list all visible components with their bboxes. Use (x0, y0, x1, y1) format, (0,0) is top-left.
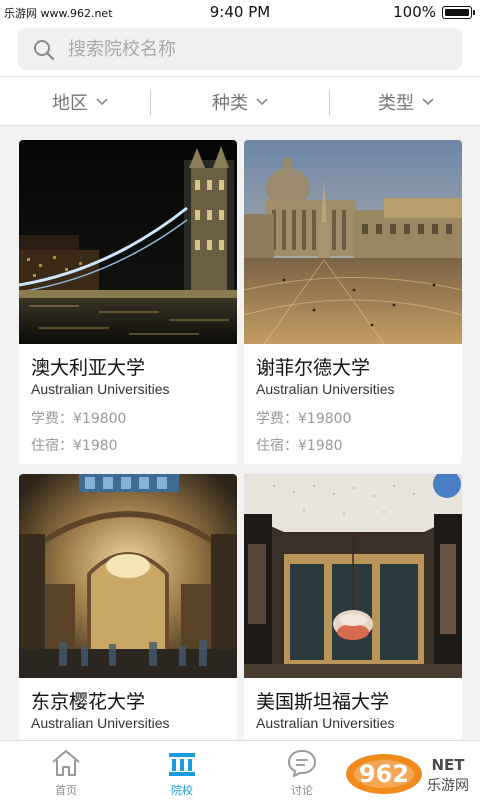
status-bar: 乐游网 www.962.net 9:40 PM 100% (0, 0, 480, 24)
university-photo (244, 474, 462, 678)
board-label: 住宿： (31, 438, 73, 454)
chevron-down-icon (422, 98, 434, 106)
university-card[interactable]: 美国斯坦福大学 Australian Universities (244, 474, 462, 740)
tuition-label: 学费： (256, 411, 298, 427)
watermark-sub: 乐游网 (427, 778, 469, 794)
university-name: 谢菲尔德大学 (256, 357, 371, 379)
filter-type[interactable]: 类型 (326, 77, 480, 127)
filter-category-label: 种类 (212, 93, 248, 114)
tab-home[interactable]: 首页 (6, 741, 126, 800)
search-box[interactable] (18, 28, 462, 70)
chat-bubble-icon (288, 750, 316, 777)
chevron-down-icon (256, 98, 268, 106)
chevron-down-icon (96, 98, 108, 106)
battery-icon (442, 6, 475, 19)
tuition-value: ¥19800 (73, 411, 127, 427)
search-icon (34, 40, 55, 61)
tuition-info: 学费：¥19800 (31, 408, 126, 428)
tuition-label: 学费： (31, 411, 73, 427)
watermark-number: 962 (359, 760, 409, 788)
search-area (0, 24, 480, 76)
board-info: 住宿：¥1980 (256, 435, 343, 455)
filter-region[interactable]: 地区 (0, 77, 160, 127)
university-photo (244, 140, 462, 344)
university-card[interactable]: 澳大利亚大学 Australian Universities 学费：¥19800… (19, 140, 237, 464)
university-name: 美国斯坦福大学 (256, 691, 390, 713)
battery-percent: 100% (393, 3, 436, 21)
tuition-value: ¥19800 (298, 411, 352, 427)
tab-colleges-label: 院校 (171, 784, 193, 797)
board-value: ¥1980 (298, 438, 343, 454)
board-info: 住宿：¥1980 (31, 435, 118, 455)
watermark-suffix: NET (431, 756, 465, 774)
university-name: 澳大利亚大学 (31, 357, 146, 379)
filter-category[interactable]: 种类 (160, 77, 320, 127)
university-subtitle: Australian Universities (31, 381, 170, 397)
tuition-info: 学费：¥19800 (256, 408, 351, 428)
board-value: ¥1980 (73, 438, 118, 454)
building-icon (169, 753, 195, 776)
tab-colleges[interactable]: 院校 (122, 741, 242, 800)
tab-home-label: 首页 (55, 784, 77, 797)
search-input[interactable] (68, 28, 448, 70)
university-card[interactable]: 谢菲尔德大学 Australian Universities 学费：¥19800… (244, 140, 462, 464)
filter-bar: 地区 种类 类型 (0, 76, 480, 126)
university-subtitle: Australian Universities (31, 715, 170, 731)
board-label: 住宿： (256, 438, 298, 454)
watermark-logo: 962 NET 乐游网 (346, 754, 469, 794)
divider (150, 89, 151, 115)
university-photo (19, 474, 237, 678)
university-card[interactable]: 东京樱花大学 Australian Universities (19, 474, 237, 740)
university-subtitle: Australian Universities (256, 381, 395, 397)
filter-region-label: 地区 (52, 93, 88, 114)
home-icon (52, 750, 80, 776)
university-photo (19, 140, 237, 344)
filter-type-label: 类型 (378, 93, 414, 114)
university-name: 东京樱花大学 (31, 691, 146, 713)
university-subtitle: Australian Universities (256, 715, 395, 731)
